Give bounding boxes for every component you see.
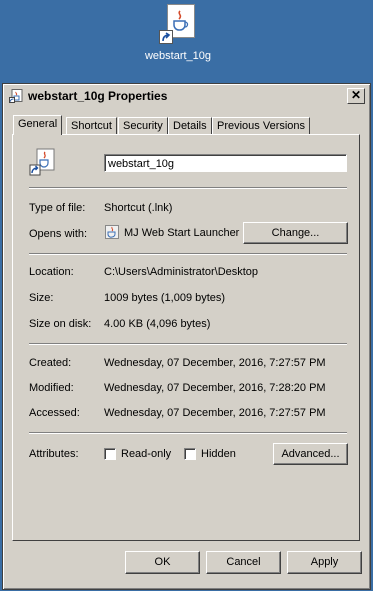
modified-label: Modified: (29, 382, 74, 394)
cancel-button[interactable]: Cancel (206, 551, 281, 574)
close-button[interactable]: ✕ (347, 88, 365, 104)
hidden-checkbox[interactable] (184, 448, 196, 460)
accessed-value: Wednesday, 07 December, 2016, 7:27:57 PM (104, 407, 326, 419)
shortcut-title-icon (9, 89, 23, 103)
close-icon: ✕ (350, 88, 362, 102)
window-title: webstart_10g Properties (28, 89, 168, 103)
tab-shortcut[interactable]: Shortcut (66, 117, 117, 135)
opens-with-value: MJ Web Start Launcher (124, 227, 240, 239)
desktop-icon-label: webstart_10g (144, 50, 212, 62)
java-shortcut-icon (159, 4, 197, 46)
modified-value: Wednesday, 07 December, 2016, 7:28:20 PM (104, 382, 326, 394)
tab-general[interactable]: General (13, 115, 63, 135)
type-label: Type of file: (29, 202, 86, 214)
tab-previous-versions[interactable]: Previous Versions (212, 117, 311, 135)
title-bar[interactable]: webstart_10g Properties ✕ (6, 87, 367, 105)
created-label: Created: (29, 357, 72, 369)
separator (29, 187, 347, 189)
size-label: Size: (29, 292, 54, 304)
apply-button[interactable]: Apply (287, 551, 362, 574)
separator (29, 432, 347, 434)
size-on-disk-value: 4.00 KB (4,096 bytes) (104, 318, 211, 330)
advanced-button[interactable]: Advanced... (273, 443, 348, 465)
location-label: Location: (29, 266, 74, 278)
size-value: 1009 bytes (1,009 bytes) (104, 292, 226, 304)
type-value: Shortcut (.lnk) (104, 202, 173, 214)
file-name-field[interactable]: webstart_10g (104, 154, 347, 172)
size-on-disk-label: Size on disk: (29, 318, 92, 330)
tab-details[interactable]: Details (168, 117, 212, 135)
read-only-checkbox[interactable] (104, 448, 116, 460)
hidden-label[interactable]: Hidden (201, 448, 236, 460)
accessed-label: Accessed: (29, 407, 80, 419)
file-icon (29, 148, 57, 178)
tab-security[interactable]: Security (118, 117, 168, 135)
read-only-label[interactable]: Read-only (121, 448, 171, 460)
opens-with-label: Opens with: (29, 228, 88, 240)
separator (29, 253, 347, 255)
desktop-shortcut-webstart[interactable]: webstart_10g (138, 4, 218, 62)
attributes-label: Attributes: (29, 448, 79, 460)
created-value: Wednesday, 07 December, 2016, 7:27:57 PM (104, 357, 326, 369)
separator (29, 343, 347, 345)
location-value: C:\Users\Administrator\Desktop (104, 266, 259, 278)
properties-dialog: webstart_10g Properties ✕ General Shortc… (2, 83, 371, 590)
change-button[interactable]: Change... (243, 222, 348, 244)
general-panel: webstart_10g Type of file: Shortcut (.ln… (12, 134, 360, 541)
ok-button[interactable]: OK (125, 551, 200, 574)
java-app-icon (104, 224, 120, 240)
